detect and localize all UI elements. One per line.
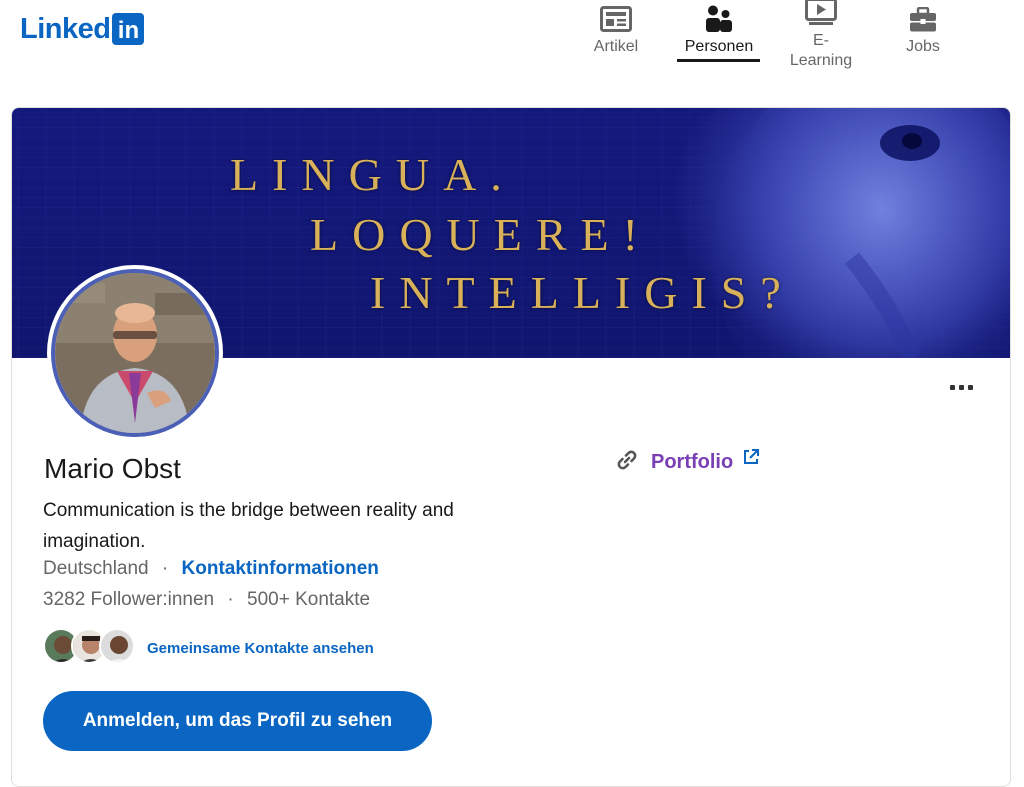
nav-item-artikel[interactable]: Artikel	[591, 0, 641, 57]
nav-label-artikel: Artikel	[593, 38, 639, 55]
article-icon	[600, 0, 632, 32]
video-icon	[805, 0, 837, 26]
nav-label-e-learning-line2: Learning	[789, 52, 853, 69]
mutual-connections-link[interactable]: Gemeinsame Kontakte ansehen	[147, 640, 374, 657]
nav-label-personen: Personen	[684, 38, 754, 55]
dot	[968, 385, 973, 390]
logo-in-box: in	[112, 13, 145, 45]
mutual-connections[interactable]: Gemeinsame Kontakte ansehen	[43, 628, 374, 668]
people-icon	[705, 0, 733, 32]
nav-item-jobs[interactable]: Jobs	[902, 0, 944, 57]
profile-location: Deutschland	[43, 558, 149, 579]
banner-text-line-3: INTELLIGIS?	[370, 267, 795, 318]
connections-count: 500+ Kontakte	[247, 589, 371, 610]
profile-headline: Communication is the bridge between real…	[43, 500, 454, 552]
logo-text: Linked	[20, 13, 111, 45]
dot	[950, 385, 955, 390]
external-link-icon	[743, 449, 760, 470]
more-options-button[interactable]	[950, 376, 978, 396]
separator: ·	[161, 558, 169, 579]
active-nav-indicator	[677, 59, 760, 62]
avatar-photo	[51, 269, 219, 437]
sign-in-to-view-profile-button[interactable]: Anmelden, um das Profil zu sehen	[43, 691, 432, 751]
profile-stats-row: 3282 Follower:innen · 500+ Kontakte	[43, 589, 370, 611]
profile-name: Mario Obst	[44, 453, 181, 484]
nav-item-e-learning[interactable]: E- Learning	[785, 0, 857, 71]
dot	[959, 385, 964, 390]
nav-item-personen[interactable]: Personen	[680, 0, 758, 57]
nav-label-e-learning: E- Learning	[790, 31, 852, 71]
profile-location-row: Deutschland · Kontaktinformationen	[43, 558, 379, 580]
link-icon	[615, 448, 639, 477]
mutual-avatars	[43, 628, 135, 668]
contact-info-link[interactable]: Kontaktinformationen	[182, 558, 379, 579]
profile-card: LINGUA. LOQUERE! INTELLIGIS? Mario Obst …	[11, 107, 1011, 787]
separator: ·	[227, 589, 234, 610]
portfolio-label: Portfolio	[651, 451, 734, 473]
portfolio-link[interactable]: Portfolio	[615, 448, 760, 477]
nav-label-e-learning-line1: E-	[813, 32, 829, 49]
top-navigation: Linked in Artikel Personen E- Learning J…	[0, 0, 1024, 95]
followers-count: 3282 Follower:innen	[43, 589, 215, 610]
profile-avatar[interactable]	[47, 265, 223, 441]
banner-text-line-2: LOQUERE!	[310, 209, 652, 260]
nav-label-jobs: Jobs	[906, 38, 940, 55]
avatar	[99, 628, 135, 664]
banner-text-line-1: LINGUA.	[230, 149, 516, 200]
briefcase-icon	[909, 0, 937, 32]
linkedin-logo[interactable]: Linked in	[20, 12, 145, 46]
